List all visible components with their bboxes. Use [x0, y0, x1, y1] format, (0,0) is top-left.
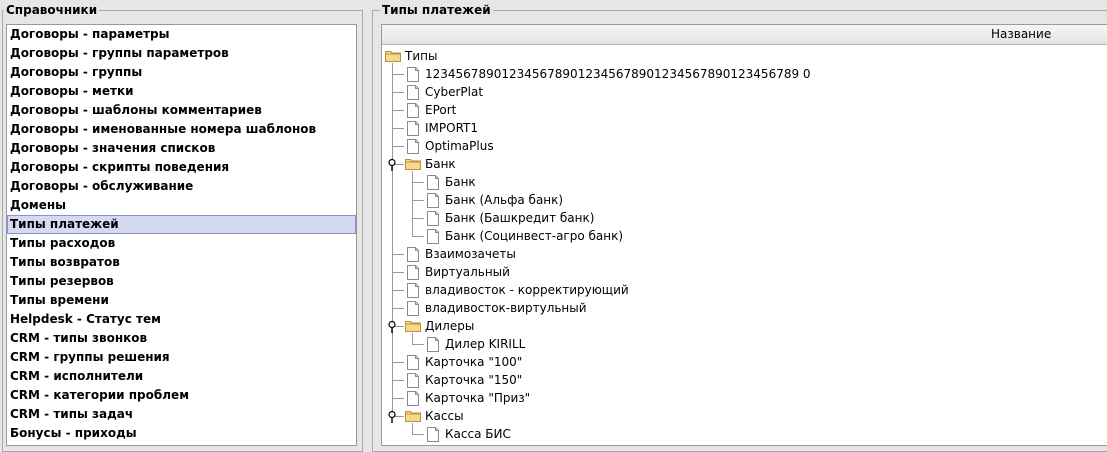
tree-branch-line	[392, 110, 404, 111]
directory-list-item[interactable]: Договоры - скрипты поведения	[7, 158, 356, 177]
tree-folder-node[interactable]: Дилеры	[382, 317, 1107, 335]
tree-leaf-node[interactable]: Карточка "150"	[382, 371, 1107, 389]
tree-node-label: Типы	[405, 49, 438, 63]
tree-branch-line	[392, 308, 404, 309]
tree-branch-line	[392, 290, 404, 291]
tree-node-label: владивосток - корректирующий	[425, 283, 629, 297]
tree-folder-node[interactable]: Кассы	[382, 407, 1107, 425]
payment-types-tree: Типы 123456789012345678901234567890123456…	[382, 47, 1107, 443]
tree-branch-line	[392, 74, 404, 75]
directories-list[interactable]: Договоры - параметры Договоры - группы па…	[6, 24, 357, 446]
tree-node-label: Виртуальный	[425, 265, 510, 279]
tree-branch-line	[392, 254, 404, 255]
directory-list-item[interactable]: CRM - исполнители	[7, 367, 356, 386]
tree-branch-line	[412, 200, 424, 201]
tree-branch-line	[392, 362, 404, 363]
tree-leaf-node[interactable]: Дилер KIRILL	[382, 335, 1107, 353]
tree-node-label: Банк (Башкредит банк)	[445, 211, 595, 225]
directory-list-item[interactable]: CRM - типы звонков	[7, 329, 356, 348]
column-header-name[interactable]: Название	[382, 25, 1107, 45]
tree-leaf-node[interactable]: Карточка "100"	[382, 353, 1107, 371]
tree-node-label: Касса БИС	[445, 427, 511, 441]
directory-list-item[interactable]: Helpdesk - Статус тем	[7, 310, 356, 329]
directory-list-item[interactable]: Типы резервов	[7, 272, 356, 291]
tree-leaf-node[interactable]: 1234567890123456789012345678901234567890…	[382, 65, 1107, 83]
tree-node-label: Дилеры	[425, 319, 475, 333]
tree-node-label: Карточка "100"	[425, 355, 523, 369]
tree-leaf-node[interactable]: Карточка "Приз"	[382, 389, 1107, 407]
tree-branch-line	[392, 92, 404, 93]
tree-branch-line	[392, 146, 404, 147]
tree-leaf-node[interactable]: IMPORT1	[382, 119, 1107, 137]
tree-node-label: Карточка "Приз"	[425, 391, 531, 405]
tree-leaf-node[interactable]: Виртуальный	[382, 263, 1107, 281]
directory-list-item[interactable]: Договоры - группы	[7, 63, 356, 82]
tree-node-label: Банк (Социнвест-агро банк)	[445, 229, 624, 243]
tree-leaf-node[interactable]: владивосток - корректирующий	[382, 281, 1107, 299]
tree-leaf-node[interactable]: Касса БИС	[382, 425, 1107, 443]
tree-folder-node[interactable]: Банк	[382, 155, 1107, 173]
directory-list-item[interactable]: Договоры - значения списков	[7, 139, 356, 158]
directory-list-item[interactable]: Типы платежей	[7, 215, 356, 234]
tree-leaf-node[interactable]: Банк (Альфа банк)	[382, 191, 1107, 209]
tree-folder-node[interactable]: Типы	[382, 47, 1107, 65]
tree-node-label: Взаимозачеты	[425, 247, 516, 261]
directory-list-item[interactable]: Типы времени	[7, 291, 356, 310]
directory-list-item[interactable]: Договоры - обслуживание	[7, 177, 356, 196]
tree-node-label: Банк	[425, 157, 456, 171]
payment-types-tree-table[interactable]: Название Типы 123456789012345678901234567…	[381, 24, 1107, 446]
tree-branch-line	[412, 344, 424, 345]
directory-list-item[interactable]: CRM - типы задач	[7, 405, 356, 424]
directory-list-item[interactable]: Домены	[7, 196, 356, 215]
column-header-label: Название	[991, 27, 1052, 41]
directory-list-item[interactable]: Договоры - метки	[7, 82, 356, 101]
payment-types-panel-title: Типы платежей	[380, 3, 493, 17]
tree-leaf-node[interactable]: OptimaPlus	[382, 137, 1107, 155]
tree-branch-line	[392, 380, 404, 381]
directory-list-item[interactable]: CRM - категории проблем	[7, 386, 356, 405]
tree-leaf-node[interactable]: Банк	[382, 173, 1107, 191]
tree-branch-line	[412, 182, 424, 183]
directories-panel-title: Справочники	[4, 3, 100, 17]
tree-branch-line	[392, 398, 404, 399]
tree-leaf-node[interactable]: Банк (Социнвест-агро банк)	[382, 227, 1107, 245]
directory-list-item[interactable]: Бонусы - приходы	[7, 424, 356, 443]
tree-node-label: Банк (Альфа банк)	[445, 193, 564, 207]
tree-leaf-node[interactable]: Банк (Башкредит банк)	[382, 209, 1107, 227]
tree-branch-line	[392, 128, 404, 129]
tree-node-label: Кассы	[425, 409, 464, 423]
tree-branch-line	[392, 272, 404, 273]
tree-node-label: OptimaPlus	[425, 139, 494, 153]
tree-node-label: владивосток-виртульный	[425, 301, 587, 315]
tree-node-label: 1234567890123456789012345678901234567890…	[425, 67, 811, 81]
tree-branch-line	[412, 218, 424, 219]
tree-branch-line	[412, 434, 424, 435]
directory-list-item[interactable]: Типы расходов	[7, 234, 356, 253]
directory-list-item[interactable]: CRM - группы решения	[7, 348, 356, 367]
directory-list-item[interactable]: Договоры - именованные номера шаблонов	[7, 120, 356, 139]
directory-list-item[interactable]: Договоры - параметры	[7, 25, 356, 44]
directory-list-item[interactable]: Договоры - шаблоны комментариев	[7, 101, 356, 120]
tree-node-label: EPort	[425, 103, 457, 117]
document-icon	[427, 427, 439, 445]
tree-leaf-node[interactable]: EPort	[382, 101, 1107, 119]
tree-node-label: CyberPlat	[425, 85, 484, 99]
tree-leaf-node[interactable]: Взаимозачеты	[382, 245, 1107, 263]
tree-branch-line	[412, 236, 424, 237]
directory-list-item[interactable]: Типы возвратов	[7, 253, 356, 272]
tree-node-label: Карточка "150"	[425, 373, 523, 387]
tree-leaf-node[interactable]: владивосток-виртульный	[382, 299, 1107, 317]
tree-node-label: Банк	[445, 175, 476, 189]
tree-leaf-node[interactable]: CyberPlat	[382, 83, 1107, 101]
directory-list-item[interactable]: Договоры - группы параметров	[7, 44, 356, 63]
tree-node-label: Дилер KIRILL	[445, 337, 526, 351]
tree-node-label: IMPORT1	[425, 121, 479, 135]
